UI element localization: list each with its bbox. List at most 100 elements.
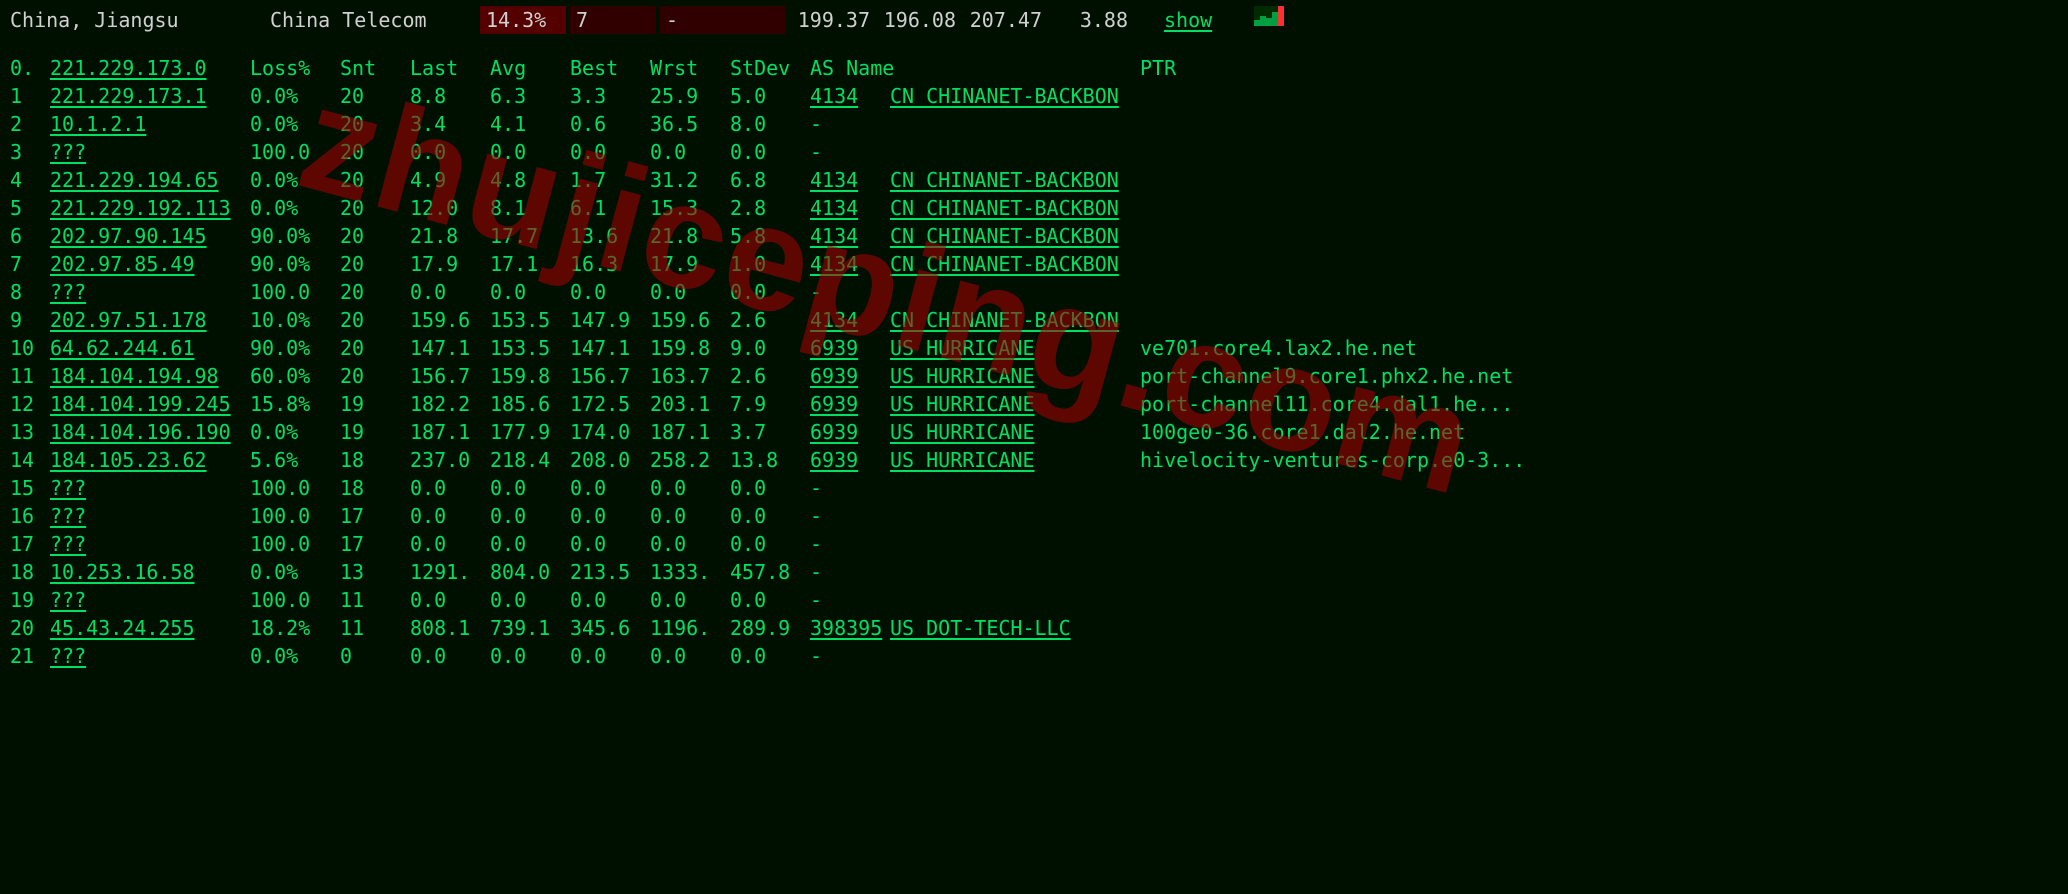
hop-ip-link[interactable]: 202.97.51.178 [50, 306, 250, 334]
hop-stdev: 0.0 [730, 586, 810, 614]
hop-ip-link[interactable]: ??? [50, 530, 250, 558]
hop-index: 21 [10, 642, 50, 670]
hop-last: 187.1 [410, 418, 490, 446]
hop-wrst: 0.0 [650, 502, 730, 530]
hop-ip-link[interactable]: 184.105.23.62 [50, 446, 250, 474]
hop-ip-link[interactable]: 184.104.199.245 [50, 390, 250, 418]
hop-wrst: 187.1 [650, 418, 730, 446]
hop-as[interactable]: 6939 [810, 390, 890, 418]
hop-snt: 17 [340, 502, 410, 530]
hop-ip-link[interactable]: ??? [50, 474, 250, 502]
hop-as[interactable]: 4134 [810, 306, 890, 334]
col-ip[interactable]: 221.229.173.0 [50, 54, 250, 82]
hop-ip-link[interactable]: 45.43.24.255 [50, 614, 250, 642]
hop-ip-link[interactable]: 221.229.194.65 [50, 166, 250, 194]
hop-avg: 8.1 [490, 194, 570, 222]
hop-row: 17???100.0170.00.00.00.00.0- [10, 530, 2058, 558]
hop-wrst: 15.3 [650, 194, 730, 222]
hop-avg: 6.3 [490, 82, 570, 110]
hop-as[interactable]: 6939 [810, 446, 890, 474]
hop-snt: 11 [340, 586, 410, 614]
hop-avg: 0.0 [490, 530, 570, 558]
hop-ip-link[interactable]: 221.229.192.113 [50, 194, 250, 222]
hop-ip-link[interactable]: ??? [50, 278, 250, 306]
hop-best: 6.1 [570, 194, 650, 222]
hop-row: 15???100.0180.00.00.00.00.0- [10, 474, 2058, 502]
hop-ip-link[interactable]: 64.62.244.61 [50, 334, 250, 362]
hop-avg: 0.0 [490, 586, 570, 614]
hop-snt: 18 [340, 474, 410, 502]
hop-ptr: hivelocity-ventures-corp.e0-3... [1140, 446, 2058, 474]
hop-as[interactable]: 398395 [810, 614, 890, 642]
hop-best: 0.0 [570, 530, 650, 558]
hop-as-name[interactable]: US HURRICANE [890, 418, 1140, 446]
hop-loss: 90.0% [250, 250, 340, 278]
hop-as-name[interactable]: US DOT-TECH-LLC [890, 614, 1140, 642]
hop-last: 0.0 [410, 586, 490, 614]
hop-as-name[interactable]: CN CHINANET-BACKBON [890, 250, 1140, 278]
hop-snt: 11 [340, 614, 410, 642]
hop-ptr: ve701.core4.lax2.he.net [1140, 334, 2058, 362]
hop-snt: 19 [340, 418, 410, 446]
hop-stdev: 0.0 [730, 278, 810, 306]
hop-avg: 0.0 [490, 474, 570, 502]
hop-avg: 0.0 [490, 502, 570, 530]
hop-loss: 5.6% [250, 446, 340, 474]
hop-index: 5 [10, 194, 50, 222]
hop-ip-link[interactable]: ??? [50, 642, 250, 670]
hop-as-name[interactable]: CN CHINANET-BACKBON [890, 194, 1140, 222]
hop-as[interactable]: 4134 [810, 82, 890, 110]
hop-loss: 15.8% [250, 390, 340, 418]
hop-ip-link[interactable]: ??? [50, 586, 250, 614]
hop-loss: 100.0 [250, 530, 340, 558]
hop-ip-link[interactable]: 184.104.194.98 [50, 362, 250, 390]
hop-loss: 0.0% [250, 82, 340, 110]
hop-index: 15 [10, 474, 50, 502]
hop-best: 147.1 [570, 334, 650, 362]
hop-as[interactable]: 4134 [810, 194, 890, 222]
hop-last: 159.6 [410, 306, 490, 334]
hop-loss: 100.0 [250, 474, 340, 502]
hop-ip-link[interactable]: 184.104.196.190 [50, 418, 250, 446]
hop-loss: 100.0 [250, 138, 340, 166]
hop-as[interactable]: 4134 [810, 166, 890, 194]
hop-as[interactable]: 6939 [810, 334, 890, 362]
hop-as: - [810, 138, 890, 166]
hop-as-name[interactable]: CN CHINANET-BACKBON [890, 166, 1140, 194]
hop-stdev: 5.0 [730, 82, 810, 110]
hop-last: 1291. [410, 558, 490, 586]
hop-ip-link[interactable]: 221.229.173.1 [50, 82, 250, 110]
show-link[interactable]: show [1164, 6, 1234, 34]
hop-ip-link[interactable]: 202.97.90.145 [50, 222, 250, 250]
hop-as-name[interactable]: CN CHINANET-BACKBON [890, 222, 1140, 250]
hop-as-name[interactable]: US HURRICANE [890, 334, 1140, 362]
hop-snt: 20 [340, 278, 410, 306]
hop-wrst: 0.0 [650, 474, 730, 502]
hop-ip-link[interactable]: ??? [50, 138, 250, 166]
hop-as-name[interactable]: US HURRICANE [890, 446, 1140, 474]
hops-list: 1221.229.173.10.0%208.86.33.325.95.04134… [10, 82, 2058, 670]
hop-as[interactable]: 6939 [810, 362, 890, 390]
col-asname: AS Name [810, 54, 1140, 82]
hop-ip-link[interactable]: ??? [50, 502, 250, 530]
hop-avg: 185.6 [490, 390, 570, 418]
hop-as[interactable]: 4134 [810, 250, 890, 278]
hop-ip-link[interactable]: 202.97.85.49 [50, 250, 250, 278]
hop-best: 172.5 [570, 390, 650, 418]
hop-index: 10 [10, 334, 50, 362]
hop-stdev: 9.0 [730, 334, 810, 362]
hop-as-name[interactable]: CN CHINANET-BACKBON [890, 82, 1140, 110]
hop-index: 16 [10, 502, 50, 530]
hop-row: 6202.97.90.14590.0%2021.817.713.621.85.8… [10, 222, 2058, 250]
hop-ip-link[interactable]: 10.253.16.58 [50, 558, 250, 586]
hop-as-name[interactable]: CN CHINANET-BACKBON [890, 306, 1140, 334]
hop-wrst: 258.2 [650, 446, 730, 474]
hop-avg: 4.8 [490, 166, 570, 194]
hop-index: 19 [10, 586, 50, 614]
hop-ip-link[interactable]: 10.1.2.1 [50, 110, 250, 138]
summary-stdev: 3.88 [1048, 6, 1134, 34]
hop-as-name[interactable]: US HURRICANE [890, 390, 1140, 418]
hop-as[interactable]: 4134 [810, 222, 890, 250]
hop-as-name[interactable]: US HURRICANE [890, 362, 1140, 390]
hop-as[interactable]: 6939 [810, 418, 890, 446]
